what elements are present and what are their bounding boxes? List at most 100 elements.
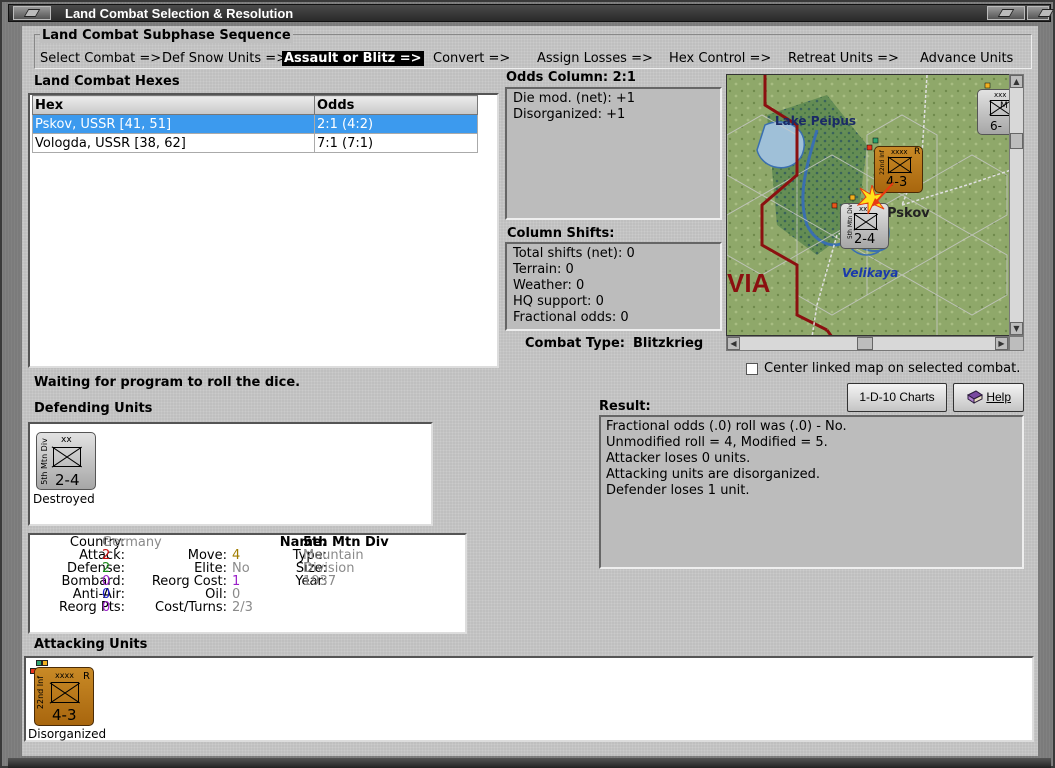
hex-cell[interactable]: Pskov, USSR [41, 51] (32, 114, 315, 134)
attacker-status: Disorganized (28, 727, 107, 741)
odds-line: Die mod. (net): +1 (513, 91, 636, 106)
window-frame: Land Combat Selection & Resolution Land … (0, 0, 1055, 768)
result-line: Attacker loses 0 units. (606, 451, 751, 466)
map-horizontal-scrollbar[interactable]: ◀ ▶ (726, 336, 1009, 351)
counter-flag: R (83, 671, 90, 682)
map-label-region: VIA (727, 268, 771, 298)
column-header-hex[interactable]: Hex (32, 95, 315, 115)
table-row[interactable]: Pskov, USSR [41, 51] 2:1 (4:2) (32, 114, 478, 134)
counter-size: xx (61, 435, 72, 445)
minimize-button[interactable] (987, 6, 1025, 20)
scroll-left-icon[interactable]: ◀ (727, 337, 740, 350)
result-title: Result: (599, 399, 651, 414)
counter-strength: 2-4 (854, 232, 876, 247)
attacking-units-panel: xxxx R 22nd Inf 4-3 Disorganized (24, 656, 1034, 742)
infantry-symbol-icon (888, 157, 911, 173)
mountain-infantry-symbol-icon (53, 447, 81, 467)
column-shifts-title: Column Shifts: (507, 226, 615, 241)
charts-button[interactable]: 1-D-10 Charts (847, 383, 947, 412)
help-button[interactable]: Help (953, 383, 1024, 412)
counter-unit-name: 22nd Inf (36, 675, 46, 710)
scroll-corner (1009, 336, 1024, 351)
bottom-frame (8, 758, 1051, 768)
seq-step-assign-losses[interactable]: Assign Losses => (537, 51, 653, 66)
counter-size: xxxx (55, 671, 74, 680)
infantry-symbol-icon (51, 682, 79, 703)
combat-type-value: Blitzkrieg (633, 336, 704, 351)
center-linked-checkbox[interactable] (746, 363, 758, 375)
window-menu-button[interactable] (13, 6, 51, 20)
scroll-right-icon[interactable]: ▶ (995, 337, 1008, 350)
linked-map[interactable]: Lake Peipus Pskov Velikaya VIA xxxx R 22… (726, 74, 1010, 336)
shift-line: Terrain: 0 (513, 262, 574, 277)
scroll-down-icon[interactable]: ▼ (1010, 322, 1023, 335)
odds-cell[interactable]: 2:1 (4:2) (314, 114, 478, 134)
counter-strength: 2-4 (55, 471, 80, 489)
result-line: Fractional odds (.0) roll was (.0) - No. (606, 419, 847, 434)
column-header-odds[interactable]: Odds (314, 95, 478, 115)
counter-unit-name: 5th Mtn Div (39, 438, 49, 485)
combat-type-label: Combat Type: (525, 336, 625, 351)
hexes-table: Hex Odds Pskov, USSR [41, 51] 2:1 (4:2) … (32, 95, 478, 153)
help-button-label: Help (986, 390, 1011, 404)
seq-step-def-snow-units[interactable]: Def Snow Units => (162, 51, 287, 66)
attacking-units-title: Attacking Units (34, 637, 148, 652)
hexes-list[interactable]: Hex Odds Pskov, USSR [41, 51] 2:1 (4:2) … (28, 93, 499, 368)
seq-step-hex-control[interactable]: Hex Control => (669, 51, 771, 66)
status-message: Waiting for program to roll the dice. (34, 375, 301, 390)
counter-strength: 4-3 (52, 706, 77, 724)
scroll-thumb[interactable] (1010, 133, 1023, 149)
counter-size: xxxx (891, 148, 908, 156)
odds-panel: Die mod. (net): +1 Disorganized: +1 (505, 87, 722, 220)
mountain-infantry-symbol-icon (854, 213, 877, 230)
detail-reorgpts: 0 (102, 600, 111, 615)
detail-label: Cost/Turns: (155, 600, 227, 615)
window-title: Land Combat Selection & Resolution (65, 6, 294, 21)
seq-step-convert[interactable]: Convert => (433, 51, 510, 66)
defender-counter[interactable]: xx 5th Mtn Div 2-4 (36, 432, 96, 490)
defending-units-title: Defending Units (34, 401, 153, 416)
shift-line: Weather: 0 (513, 278, 585, 293)
yellow-marker-icon (42, 660, 48, 666)
scroll-up-icon[interactable]: ▲ (1010, 75, 1023, 88)
table-row[interactable]: Vologda, USSR [38, 62] 7:1 (7:1) (32, 133, 478, 153)
result-line: Unmodified roll = 4, Modified = 5. (606, 435, 828, 450)
map-offedge-counter[interactable]: xxx M 6- (977, 89, 1009, 135)
odds-column-title: Odds Column: 2:1 (506, 70, 636, 85)
map-vertical-scrollbar[interactable]: ▲ ▼ (1009, 74, 1024, 336)
defender-status: Destroyed (33, 492, 95, 506)
result-line: Attacking units are disorganized. (606, 467, 820, 482)
close-button[interactable] (1027, 6, 1049, 20)
seq-step-retreat-units[interactable]: Retreat Units => (788, 51, 899, 66)
hexes-title: Land Combat Hexes (34, 74, 180, 89)
sequence-title: Land Combat Subphase Sequence (40, 28, 293, 43)
detail-costturns: 2/3 (232, 600, 253, 615)
shifts-panel: Total shifts (net): 0 Terrain: 0 Weather… (505, 242, 722, 331)
shift-line: HQ support: 0 (513, 294, 604, 309)
counter-unit-name: 5th Mtn Div (846, 204, 854, 239)
seq-step-assault-or-blitz[interactable]: Assault or Blitz => (282, 51, 424, 66)
attacker-counter[interactable]: xxxx R 22nd Inf 4-3 (34, 667, 94, 726)
help-book-icon (967, 390, 983, 404)
odds-cell[interactable]: 7:1 (7:1) (314, 133, 478, 153)
result-line: Defender loses 1 unit. (606, 483, 750, 498)
hex-cell[interactable]: Vologda, USSR [38, 62] (32, 133, 315, 153)
odds-line: Disorganized: +1 (513, 107, 626, 122)
unit-details-panel: Country: Germany Attack: 2 Defense: 2 Bo… (28, 533, 467, 634)
shift-line: Total shifts (net): 0 (513, 246, 635, 261)
defending-units-panel: xx 5th Mtn Div 2-4 Destroyed (28, 422, 433, 526)
counter-code: M (1000, 101, 1008, 111)
result-panel: Fractional odds (.0) roll was (.0) - No.… (599, 415, 1024, 569)
shift-line: Fractional odds: 0 (513, 310, 629, 325)
detail-label: Reorg Pts: (59, 600, 125, 615)
counter-unit-name: 22nd Inf (878, 150, 886, 175)
attack-arrow-icon (871, 182, 894, 207)
seq-step-select-combat[interactable]: Select Combat => (40, 51, 161, 66)
seq-step-advance-units[interactable]: Advance Units (920, 51, 1013, 66)
scroll-thumb[interactable] (857, 337, 873, 350)
detail-year: 1937 (303, 574, 337, 589)
map-label-river: Velikaya (842, 266, 899, 280)
counter-size: xxx (994, 91, 1007, 99)
counter-flag: R (914, 147, 921, 157)
center-linked-label: Center linked map on selected combat. (764, 361, 1021, 376)
